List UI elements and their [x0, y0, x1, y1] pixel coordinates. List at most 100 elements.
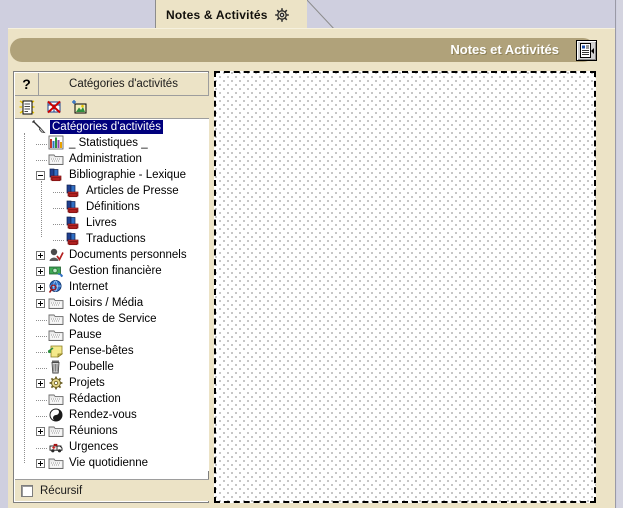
tree-item-label: Administration: [69, 153, 142, 165]
window-right-frame: [615, 0, 623, 508]
tree-item-label: Loisirs / Média: [69, 297, 144, 309]
tree-item-statistiques[interactable]: _ Statistiques _: [15, 135, 209, 151]
globe-icon: [48, 279, 64, 295]
person-check-icon: [48, 247, 64, 263]
recursive-checkbox[interactable]: [21, 484, 33, 497]
tree-item-bibliographie-lexique[interactable]: Bibliographie - Lexique: [15, 167, 209, 183]
tree-item-label: Documents personnels: [69, 249, 187, 261]
tree-item-r-daction[interactable]: Rédaction: [15, 391, 209, 407]
tree-item-label: Urgences: [69, 441, 119, 453]
tree-connector: [36, 138, 48, 148]
tree-item-poubelle[interactable]: Poubelle: [15, 359, 209, 375]
books-icon: [65, 183, 81, 199]
trash-icon: [48, 359, 64, 375]
tree-item-administration[interactable]: Administration: [15, 151, 209, 167]
new-image-icon[interactable]: [70, 98, 90, 117]
tree-connector: [36, 362, 48, 372]
tree-item-r-unions[interactable]: Réunions: [15, 423, 209, 439]
page-title: Notes et Activités: [450, 42, 559, 57]
new-note-icon[interactable]: [18, 98, 38, 117]
tree-item-d-finitions[interactable]: Définitions: [15, 199, 209, 215]
tree-item-pause[interactable]: Pause: [15, 327, 209, 343]
tree-connector: [53, 186, 65, 196]
collapse-toggle-icon[interactable]: [36, 170, 45, 180]
expand-toggle-icon[interactable]: [36, 458, 45, 468]
category-tree-pane: ? Catégories d'activités Catégories d'ac…: [13, 71, 209, 503]
folder-icon: [48, 391, 64, 407]
tree-item-label: Gestion financière: [69, 265, 162, 277]
expand-toggle-icon[interactable]: [36, 250, 45, 260]
tree-toolbar: [15, 96, 209, 119]
books-icon: [48, 167, 64, 183]
tab-label: Notes & Activités: [166, 8, 268, 22]
tree-item-urgences[interactable]: Urgences: [15, 439, 209, 455]
tree-connector: [36, 394, 48, 404]
tree-item-rendez-vous[interactable]: Rendez-vous: [15, 407, 209, 423]
tree-item-loisirs-m-dia[interactable]: Loisirs / Média: [15, 295, 209, 311]
tree-item-label: Internet: [69, 281, 108, 293]
tree-item-label: _ Statistiques _: [69, 137, 148, 149]
books-icon: [65, 231, 81, 247]
expand-toggle-icon[interactable]: [36, 266, 45, 276]
tree-item-gestion-financi-re[interactable]: Gestion financière: [15, 263, 209, 279]
tree-item-projets[interactable]: Projets: [15, 375, 209, 391]
tree-item-label: Catégories d'activités: [50, 120, 163, 134]
tree-item-pense-b-tes[interactable]: Pense-bêtes: [15, 343, 209, 359]
tree-connector: [36, 410, 48, 420]
expand-toggle-icon[interactable]: [36, 298, 45, 308]
expand-toggle-icon[interactable]: [36, 426, 45, 436]
chart-icon: [48, 135, 64, 151]
help-button[interactable]: ?: [15, 73, 39, 96]
tree-item-vie-quotidienne[interactable]: Vie quotidienne: [15, 455, 209, 471]
tree-trunk-line: [24, 133, 25, 463]
ambulance-icon: [48, 439, 64, 455]
tree-connector: [36, 330, 48, 340]
tree-connector: [36, 442, 48, 452]
tree-item-cat-gories-d-activit-s[interactable]: Catégories d'activités: [15, 119, 209, 135]
title-bar: Notes et Activités: [10, 38, 597, 62]
delete-icon[interactable]: [44, 98, 64, 117]
expand-toggle-icon[interactable]: [36, 378, 45, 388]
tree-item-notes-de-service[interactable]: Notes de Service: [15, 311, 209, 327]
tree-item-label: Poubelle: [69, 361, 114, 373]
tree-connector: [19, 123, 31, 132]
notes-canvas[interactable]: [214, 71, 596, 503]
note-pin-icon: [48, 343, 64, 359]
tree-footer: Récursif: [15, 479, 209, 501]
folder-icon: [48, 327, 64, 343]
tree-connector: [53, 234, 65, 244]
yinyang-icon: [48, 407, 64, 423]
recursive-label: Récursif: [40, 484, 83, 497]
tree-item-documents-personnels[interactable]: Documents personnels: [15, 247, 209, 263]
tree-item-articles-de-presse[interactable]: Articles de Presse: [15, 183, 209, 199]
tree-item-label: Pense-bêtes: [69, 345, 134, 357]
tree-item-livres[interactable]: Livres: [15, 215, 209, 231]
tree-item-label: Définitions: [86, 201, 140, 213]
pen-icon: [31, 119, 47, 135]
tree-item-traductions[interactable]: Traductions: [15, 231, 209, 247]
tree-item-label: Vie quotidienne: [69, 457, 149, 469]
tree-connector: [36, 154, 48, 164]
list-view-icon[interactable]: [576, 40, 597, 61]
gear-icon: [48, 375, 64, 391]
gear-icon: [274, 7, 290, 23]
tree-item-label: Notes de Service: [69, 313, 157, 325]
expand-toggle-icon[interactable]: [36, 282, 45, 292]
books-icon: [65, 215, 81, 231]
tree-header-title: Catégories d'activités: [39, 73, 209, 96]
tree-item-internet[interactable]: Internet: [15, 279, 209, 295]
category-tree[interactable]: Catégories d'activités _ Statistiques _ Ad…: [15, 119, 209, 471]
